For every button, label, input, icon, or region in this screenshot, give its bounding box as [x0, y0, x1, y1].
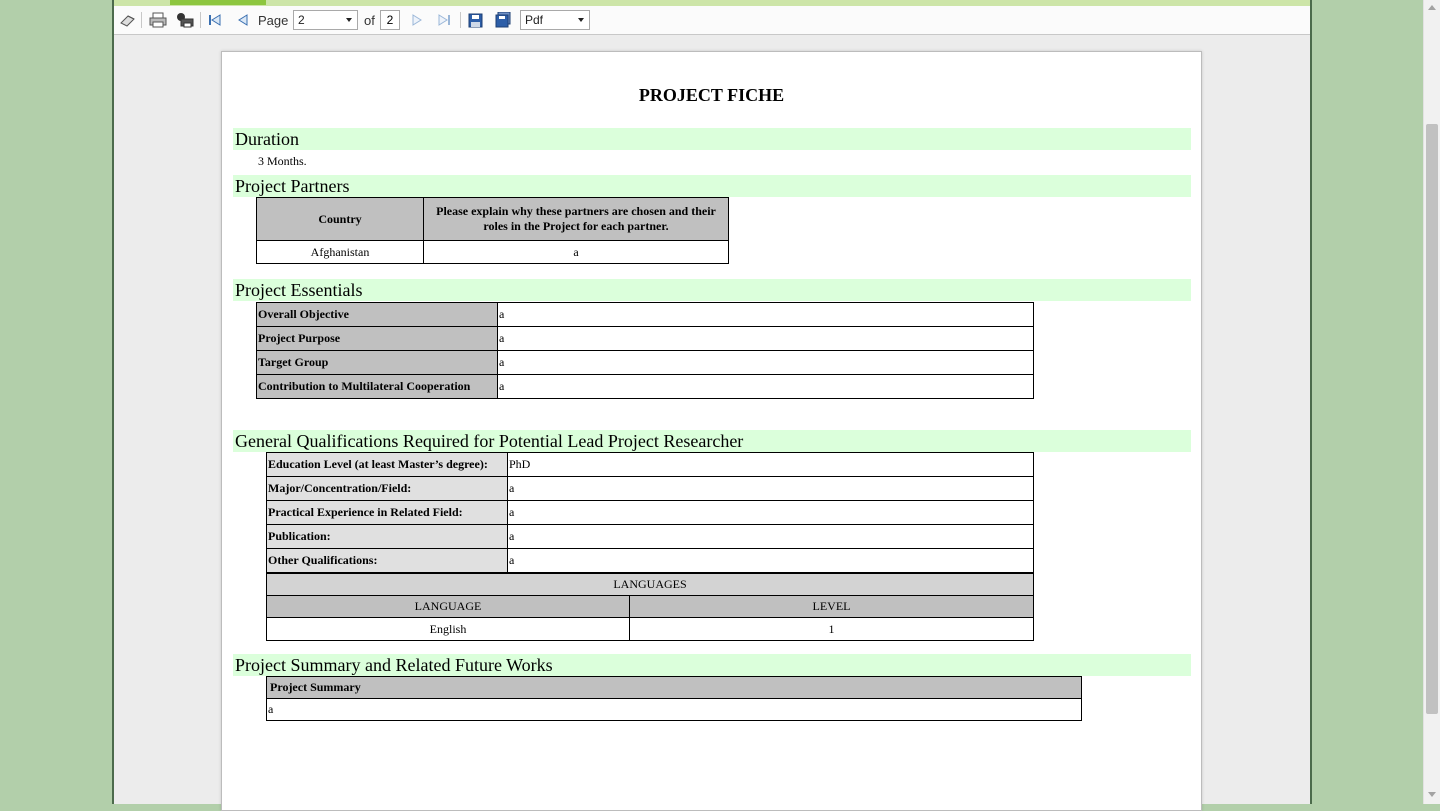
scroll-down-icon[interactable] — [1428, 792, 1436, 797]
duration-value: 3 Months. — [258, 154, 307, 168]
language-name: English — [266, 617, 630, 641]
qualifications-table: Education Level (at least Master’s degre… — [266, 452, 1034, 573]
scroll-up-icon[interactable] — [1428, 5, 1436, 10]
qualification-value: a — [507, 524, 1034, 549]
essentials-label: Contribution to Multilateral Cooperation — [256, 374, 498, 399]
export-format-value: Pdf — [525, 13, 544, 27]
qualification-label: Publication: — [266, 524, 508, 549]
save-all-icon[interactable] — [493, 10, 513, 30]
previous-page-icon[interactable] — [233, 10, 253, 30]
languages-table: LANGUAGES LANGUAGE LEVEL English 1 — [266, 573, 1034, 641]
essentials-label: Project Purpose — [256, 326, 498, 351]
partners-col-country: Country — [256, 197, 424, 241]
report-toolbar: Page 2 of 2 Pdf — [114, 6, 1310, 35]
qualification-value: PhD — [507, 452, 1034, 477]
qualification-value: a — [507, 476, 1034, 501]
export-format-select[interactable]: Pdf — [520, 10, 590, 30]
first-page-icon[interactable] — [205, 10, 225, 30]
partner-role: a — [423, 240, 729, 264]
summary-label: Project Summary — [266, 676, 1082, 699]
essentials-value: a — [497, 326, 1034, 351]
vertical-scrollbar[interactable] — [1423, 0, 1440, 804]
total-pages: 2 — [380, 10, 400, 30]
duration-heading: Duration — [233, 128, 1191, 150]
qualifications-heading: General Qualifications Required for Pote… — [233, 430, 1191, 452]
qualification-value: a — [507, 500, 1034, 525]
qualification-label: Education Level (at least Master’s degre… — [266, 452, 508, 477]
page-number-value: 2 — [298, 13, 305, 27]
language-col-header: LANGUAGE — [266, 595, 630, 618]
languages-heading: LANGUAGES — [266, 573, 1034, 596]
qualification-label: Practical Experience in Related Field: — [266, 500, 508, 525]
report-page: PROJECT FICHE Duration 3 Months. Project… — [221, 51, 1202, 811]
tab-accent — [170, 0, 266, 5]
essentials-value: a — [497, 350, 1034, 375]
essentials-value: a — [497, 302, 1034, 327]
qualification-label: Other Qualifications: — [266, 548, 508, 573]
print-preview-icon[interactable] — [175, 10, 195, 30]
qualification-value: a — [507, 548, 1034, 573]
document-title: PROJECT FICHE — [638, 85, 785, 105]
partners-table: Country Please explain why these partner… — [256, 197, 729, 264]
scrollbar-thumb[interactable] — [1426, 124, 1438, 714]
essentials-heading: Project Essentials — [233, 279, 1191, 301]
last-page-icon[interactable] — [434, 10, 454, 30]
essentials-value: a — [497, 374, 1034, 399]
summary-table: Project Summary a — [266, 676, 1082, 721]
partners-col-role: Please explain why these partners are ch… — [423, 197, 729, 241]
language-level: 1 — [629, 617, 1034, 641]
of-label: of — [364, 12, 375, 28]
summary-value: a — [266, 698, 1082, 721]
essentials-table: Overall Objective a Project Purpose a Ta… — [256, 302, 1034, 399]
essentials-label: Target Group — [256, 350, 498, 375]
clear-icon[interactable] — [118, 10, 138, 30]
qualification-label: Major/Concentration/Field: — [266, 476, 508, 501]
page-label: Page — [258, 12, 289, 28]
partners-heading: Project Partners — [233, 175, 1191, 197]
save-icon[interactable] — [465, 10, 485, 30]
chevron-down-icon — [346, 18, 352, 22]
chevron-down-icon — [578, 18, 584, 22]
print-icon[interactable] — [148, 10, 168, 30]
partner-country: Afghanistan — [256, 240, 424, 264]
page-number-select[interactable]: 2 — [293, 10, 358, 30]
next-page-icon[interactable] — [407, 10, 427, 30]
summary-heading: Project Summary and Related Future Works — [233, 654, 1191, 676]
essentials-label: Overall Objective — [256, 302, 498, 327]
level-col-header: LEVEL — [629, 595, 1034, 618]
